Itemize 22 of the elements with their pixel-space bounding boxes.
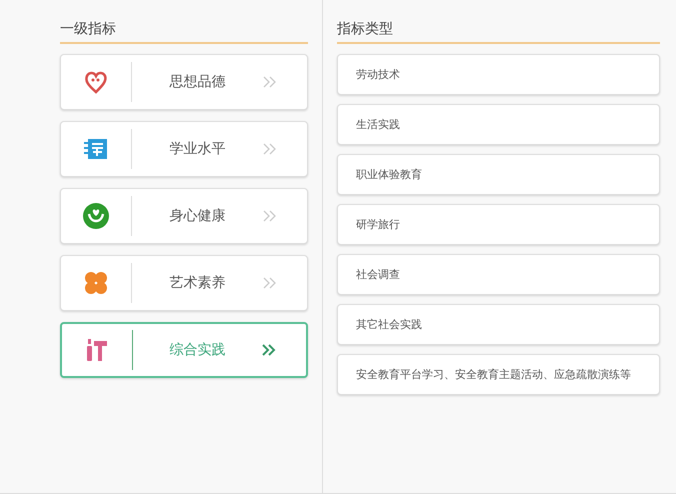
type-item[interactable]: 生活实践 <box>337 104 660 145</box>
indicator-card[interactable]: 思想品德 <box>60 54 308 110</box>
double-chevron-icon <box>263 76 277 88</box>
indicator-card[interactable]: 学业水平 <box>60 121 308 177</box>
tools-icon <box>86 338 108 362</box>
double-chevron-icon <box>263 277 277 289</box>
type-item[interactable]: 社会调查 <box>337 254 660 295</box>
type-item[interactable]: 劳动技术 <box>337 54 660 95</box>
section-heading: 一级指标 <box>60 20 308 44</box>
double-chevron-icon <box>262 344 276 356</box>
clover-icon <box>83 270 109 296</box>
type-item[interactable]: 职业体验教育 <box>337 154 660 195</box>
book-icon <box>83 137 109 161</box>
indicator-card[interactable]: 艺术素养 <box>60 255 308 311</box>
indicator-card[interactable]: 身心健康 <box>60 188 308 244</box>
heart-icon <box>84 70 108 94</box>
section-heading: 指标类型 <box>337 20 660 44</box>
type-item[interactable]: 安全教育平台学习、安全教育主题活动、应急疏散演练等 <box>337 354 660 395</box>
type-item[interactable]: 研学旅行 <box>337 204 660 245</box>
type-item[interactable]: 其它社会实践 <box>337 304 660 345</box>
double-chevron-icon <box>263 210 277 222</box>
double-chevron-icon <box>263 143 277 155</box>
